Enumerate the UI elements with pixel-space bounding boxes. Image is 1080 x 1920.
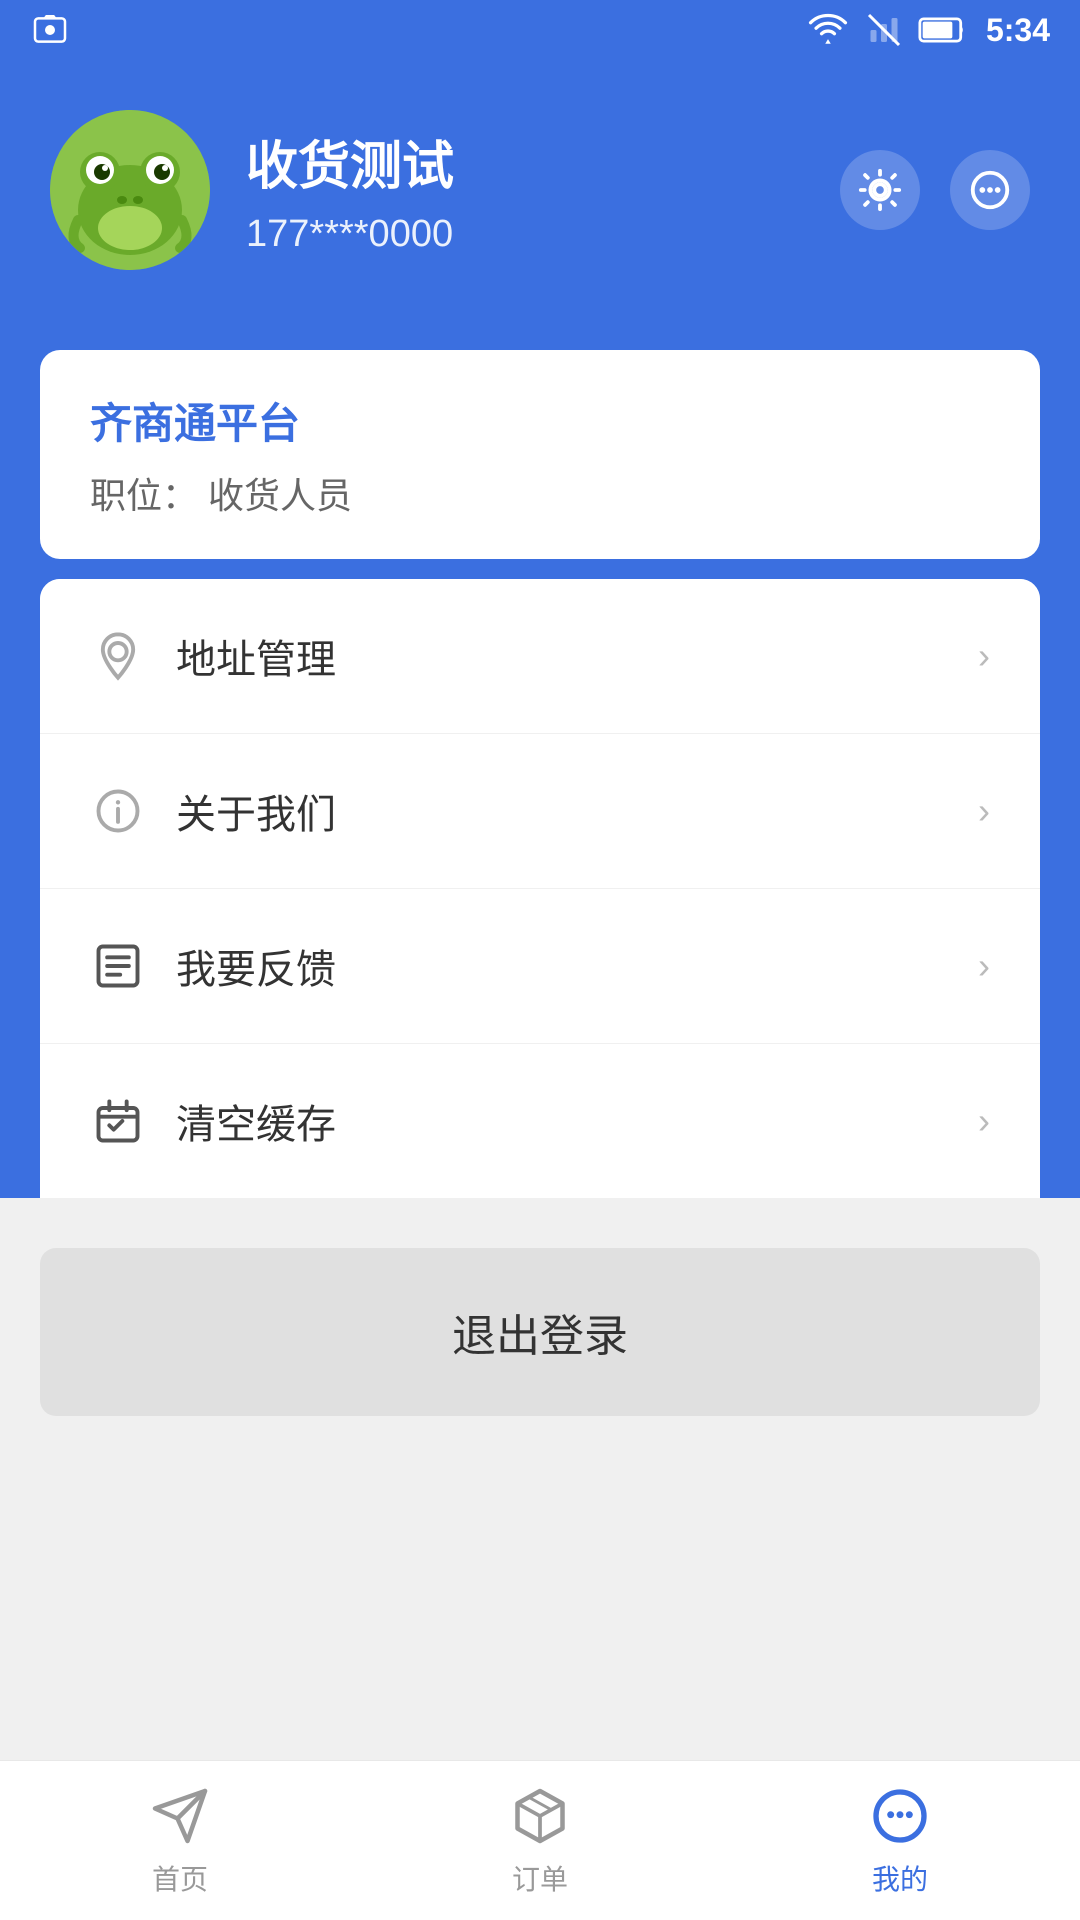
role-info: 职位： 收货人员: [90, 467, 990, 519]
signal-icon: [866, 12, 902, 48]
status-bar-left: [30, 10, 70, 50]
cache-icon: [90, 1093, 146, 1149]
home-nav-icon: [148, 1784, 212, 1848]
menu-item-cache[interactable]: 清空缓存 ›: [40, 1044, 1040, 1198]
battery-icon: [918, 12, 970, 48]
about-label: 关于我们: [176, 782, 978, 840]
status-bar-right: 5:34: [806, 12, 1050, 49]
menu-item-about[interactable]: 关于我们 ›: [40, 734, 1040, 889]
profile-name: 收货测试: [246, 124, 454, 199]
content-area: 退出登录: [0, 1198, 1080, 1466]
gear-icon: [857, 167, 903, 213]
info-card: 齐商通平台 职位： 收货人员: [40, 350, 1040, 559]
settings-button[interactable]: [840, 150, 920, 230]
platform-name: 齐商通平台: [90, 390, 990, 451]
avatar: [50, 110, 210, 270]
message-icon: [967, 167, 1013, 213]
profile-info: 收货测试 177****0000: [246, 124, 454, 256]
role-label: 职位：: [90, 475, 198, 516]
nav-item-orders[interactable]: 订单: [360, 1784, 720, 1898]
frog-avatar-svg: [50, 110, 210, 270]
photo-icon: [30, 10, 70, 50]
status-bar: 5:34: [0, 0, 1080, 60]
feedback-label: 我要反馈: [176, 937, 978, 995]
address-chevron: ›: [978, 635, 990, 677]
info-icon: [90, 783, 146, 839]
orders-nav-label: 订单: [512, 1858, 568, 1898]
mine-nav-icon: [868, 1784, 932, 1848]
feedback-chevron: ›: [978, 945, 990, 987]
feedback-icon: [90, 938, 146, 994]
logout-section: 退出登录: [0, 1198, 1080, 1466]
status-time: 5:34: [986, 12, 1050, 49]
profile-row: 收货测试 177****0000: [50, 110, 1030, 270]
cache-label: 清空缓存: [176, 1092, 978, 1150]
orders-nav-icon: [508, 1784, 572, 1848]
nav-item-mine[interactable]: 我的: [720, 1784, 1080, 1898]
bottom-nav: 首页 订单 我的: [0, 1760, 1080, 1920]
message-button[interactable]: [950, 150, 1030, 230]
location-icon: [90, 628, 146, 684]
logout-button[interactable]: 退出登录: [40, 1248, 1040, 1416]
menu-item-address[interactable]: 地址管理 ›: [40, 579, 1040, 734]
home-nav-label: 首页: [152, 1858, 208, 1898]
address-label: 地址管理: [176, 627, 978, 685]
mine-nav-label: 我的: [872, 1858, 928, 1898]
about-chevron: ›: [978, 790, 990, 832]
cards-container: 齐商通平台 职位： 收货人员 地址管理 ›: [0, 350, 1080, 1198]
header: 收货测试 177****0000: [0, 60, 1080, 350]
role-name: 收货人员: [208, 475, 352, 516]
profile-left: 收货测试 177****0000: [50, 110, 454, 270]
profile-actions: [840, 150, 1030, 230]
menu-item-feedback[interactable]: 我要反馈 ›: [40, 889, 1040, 1044]
menu-card: 地址管理 › 关于我们 ›: [40, 579, 1040, 1198]
profile-phone: 177****0000: [246, 213, 454, 256]
cache-chevron: ›: [978, 1100, 990, 1142]
nav-item-home[interactable]: 首页: [0, 1784, 360, 1898]
wifi-icon: [806, 12, 850, 48]
